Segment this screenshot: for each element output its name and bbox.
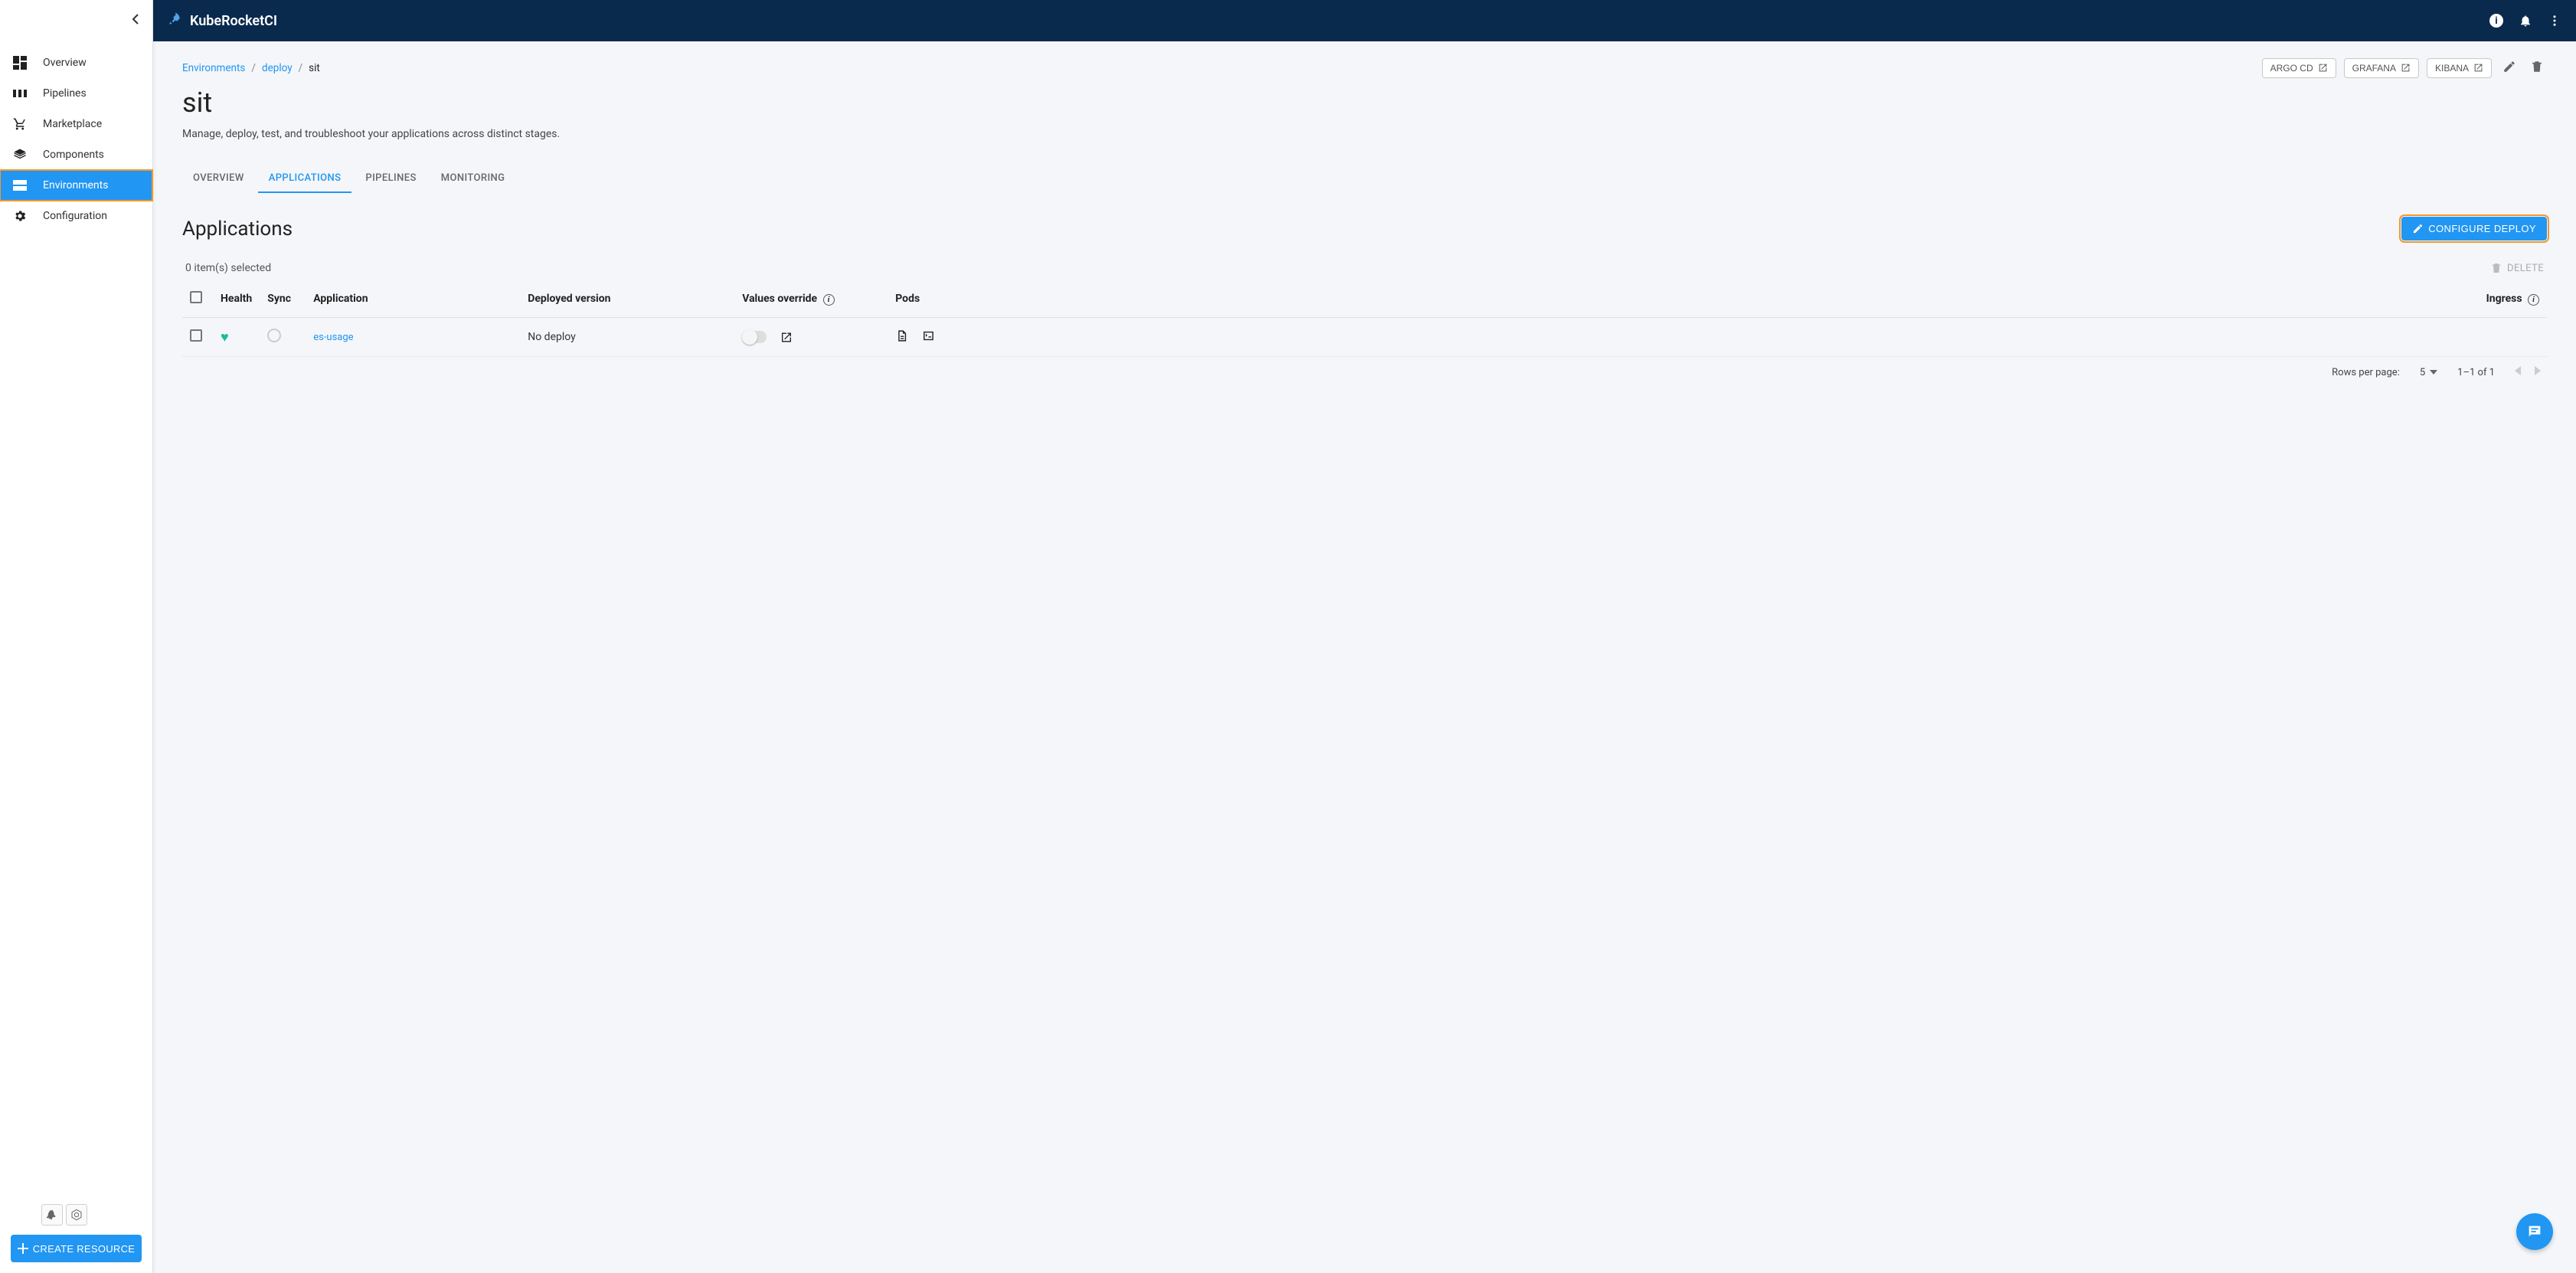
configure-deploy-button[interactable]: CONFIGURE DEPLOY bbox=[2401, 217, 2547, 241]
applications-table: Health Sync Application Deployed version… bbox=[182, 280, 2547, 357]
pipelines-icon bbox=[12, 86, 28, 101]
application-link[interactable]: es-usage bbox=[313, 332, 353, 343]
terminal-icon[interactable] bbox=[922, 329, 935, 345]
col-application: Application bbox=[306, 280, 520, 318]
grafana-label: GRAFANA bbox=[2352, 63, 2396, 74]
selected-count: 0 item(s) selected bbox=[185, 262, 271, 274]
table-row: ♥ es-usage No deploy bbox=[182, 318, 2547, 357]
delete-stage-button[interactable] bbox=[2527, 57, 2547, 79]
topbar: KubeRocketCI i bbox=[153, 0, 2576, 41]
sidebar-label-environments: Environments bbox=[43, 179, 108, 191]
grafana-link[interactable]: GRAFANA bbox=[2344, 58, 2419, 78]
health-icon: ♥ bbox=[221, 329, 229, 345]
sidebar-item-pipelines[interactable]: Pipelines bbox=[0, 78, 152, 109]
create-resource-button[interactable]: CREATE RESOURCE bbox=[11, 1235, 142, 1262]
delete-label: DELETE bbox=[2507, 263, 2544, 274]
sidebar-item-overview[interactable]: Overview bbox=[0, 47, 152, 78]
col-deployed-version: Deployed version bbox=[520, 280, 734, 318]
kibana-link[interactable]: KIBANA bbox=[2427, 58, 2492, 78]
sidebar-item-components[interactable]: Components bbox=[0, 139, 152, 170]
prev-page-button[interactable] bbox=[2515, 366, 2521, 378]
pagination-range: 1–1 of 1 bbox=[2457, 367, 2495, 378]
brand: KubeRocketCI bbox=[167, 11, 277, 31]
delete-selected-button[interactable]: DELETE bbox=[2490, 262, 2544, 274]
cart-icon bbox=[12, 116, 28, 132]
argo-cd-link[interactable]: ARGO CD bbox=[2262, 58, 2336, 78]
environments-icon bbox=[12, 178, 28, 193]
col-values-override: Values override i bbox=[734, 280, 888, 318]
sidebar-item-marketplace[interactable]: Marketplace bbox=[0, 109, 152, 139]
applications-section-title: Applications bbox=[182, 218, 293, 241]
notifications-button[interactable] bbox=[2518, 13, 2533, 28]
sync-icon bbox=[267, 329, 281, 342]
page-title: sit bbox=[182, 87, 2547, 119]
dashboard-icon bbox=[12, 55, 28, 70]
page-subtitle: Manage, deploy, test, and troubleshoot y… bbox=[182, 128, 2547, 140]
layers-icon bbox=[12, 147, 28, 162]
select-all-checkbox[interactable] bbox=[190, 291, 202, 303]
deployed-version: No deploy bbox=[520, 318, 734, 357]
row-checkbox[interactable] bbox=[190, 329, 202, 342]
context-kube-button[interactable] bbox=[66, 1204, 87, 1226]
breadcrumb-environments[interactable]: Environments bbox=[182, 62, 245, 74]
tab-pipelines[interactable]: PIPELINES bbox=[355, 165, 427, 193]
values-override-toggle[interactable] bbox=[742, 331, 767, 343]
breadcrumb-separator: / bbox=[251, 62, 256, 74]
logs-icon[interactable] bbox=[895, 329, 908, 345]
tab-overview[interactable]: OVERVIEW bbox=[182, 165, 255, 193]
sidebar-header bbox=[0, 0, 152, 41]
sidebar-label-components: Components bbox=[43, 149, 104, 161]
more-button[interactable] bbox=[2547, 13, 2562, 28]
tab-monitoring[interactable]: MONITORING bbox=[430, 165, 516, 193]
rows-per-page-label: Rows per page: bbox=[2332, 367, 2400, 378]
brand-name: KubeRocketCI bbox=[190, 13, 277, 29]
gear-icon bbox=[12, 208, 28, 224]
tabs: OVERVIEW APPLICATIONS PIPELINES MONITORI… bbox=[182, 165, 2547, 194]
breadcrumb: Environments / deploy / sit bbox=[182, 62, 320, 74]
col-sync: Sync bbox=[260, 280, 306, 318]
rows-per-page-select[interactable]: 5 bbox=[2420, 367, 2437, 378]
info-button[interactable]: i bbox=[2489, 13, 2504, 28]
info-icon[interactable]: i bbox=[2528, 294, 2539, 306]
next-page-button[interactable] bbox=[2535, 366, 2541, 378]
pagination: Rows per page: 5 1–1 of 1 bbox=[182, 357, 2547, 388]
sidebar-item-configuration[interactable]: Configuration bbox=[0, 201, 152, 231]
chat-fab[interactable] bbox=[2516, 1213, 2553, 1250]
sidebar-label-pipelines: Pipelines bbox=[43, 87, 87, 100]
edit-button[interactable] bbox=[2499, 57, 2519, 79]
breadcrumb-separator: / bbox=[299, 62, 303, 74]
create-resource-label: CREATE RESOURCE bbox=[33, 1243, 136, 1255]
argo-label: ARGO CD bbox=[2270, 63, 2313, 74]
nav: Overview Pipelines Marketplace Component… bbox=[0, 41, 152, 1193]
col-health: Health bbox=[213, 280, 260, 318]
chevron-down-icon bbox=[2430, 370, 2437, 375]
external-link-icon[interactable] bbox=[780, 331, 793, 343]
sidebar-item-environments[interactable]: Environments bbox=[0, 170, 152, 201]
sidebar-label-marketplace: Marketplace bbox=[43, 118, 102, 130]
configure-deploy-label: CONFIGURE DEPLOY bbox=[2428, 223, 2536, 234]
tab-applications[interactable]: APPLICATIONS bbox=[258, 165, 352, 193]
main: KubeRocketCI i Environments / deploy / s… bbox=[153, 0, 2576, 1273]
kibana-label: KIBANA bbox=[2435, 63, 2469, 74]
sidebar-collapse-button[interactable] bbox=[132, 14, 139, 28]
rocket-icon bbox=[167, 11, 182, 31]
sidebar-label-overview: Overview bbox=[43, 57, 87, 69]
sidebar-footer: CREATE RESOURCE bbox=[0, 1193, 152, 1273]
breadcrumb-stage: sit bbox=[309, 62, 320, 74]
sidebar: Overview Pipelines Marketplace Component… bbox=[0, 0, 153, 1273]
col-pods: Pods bbox=[888, 280, 1025, 318]
col-ingress: Ingress i bbox=[1025, 280, 2547, 318]
content: Environments / deploy / sit ARGO CD GRAF… bbox=[153, 41, 2576, 1273]
sidebar-label-configuration: Configuration bbox=[43, 210, 107, 222]
info-icon[interactable]: i bbox=[823, 294, 835, 306]
breadcrumb-pipeline[interactable]: deploy bbox=[262, 62, 293, 74]
context-rocket-button[interactable] bbox=[41, 1204, 63, 1226]
